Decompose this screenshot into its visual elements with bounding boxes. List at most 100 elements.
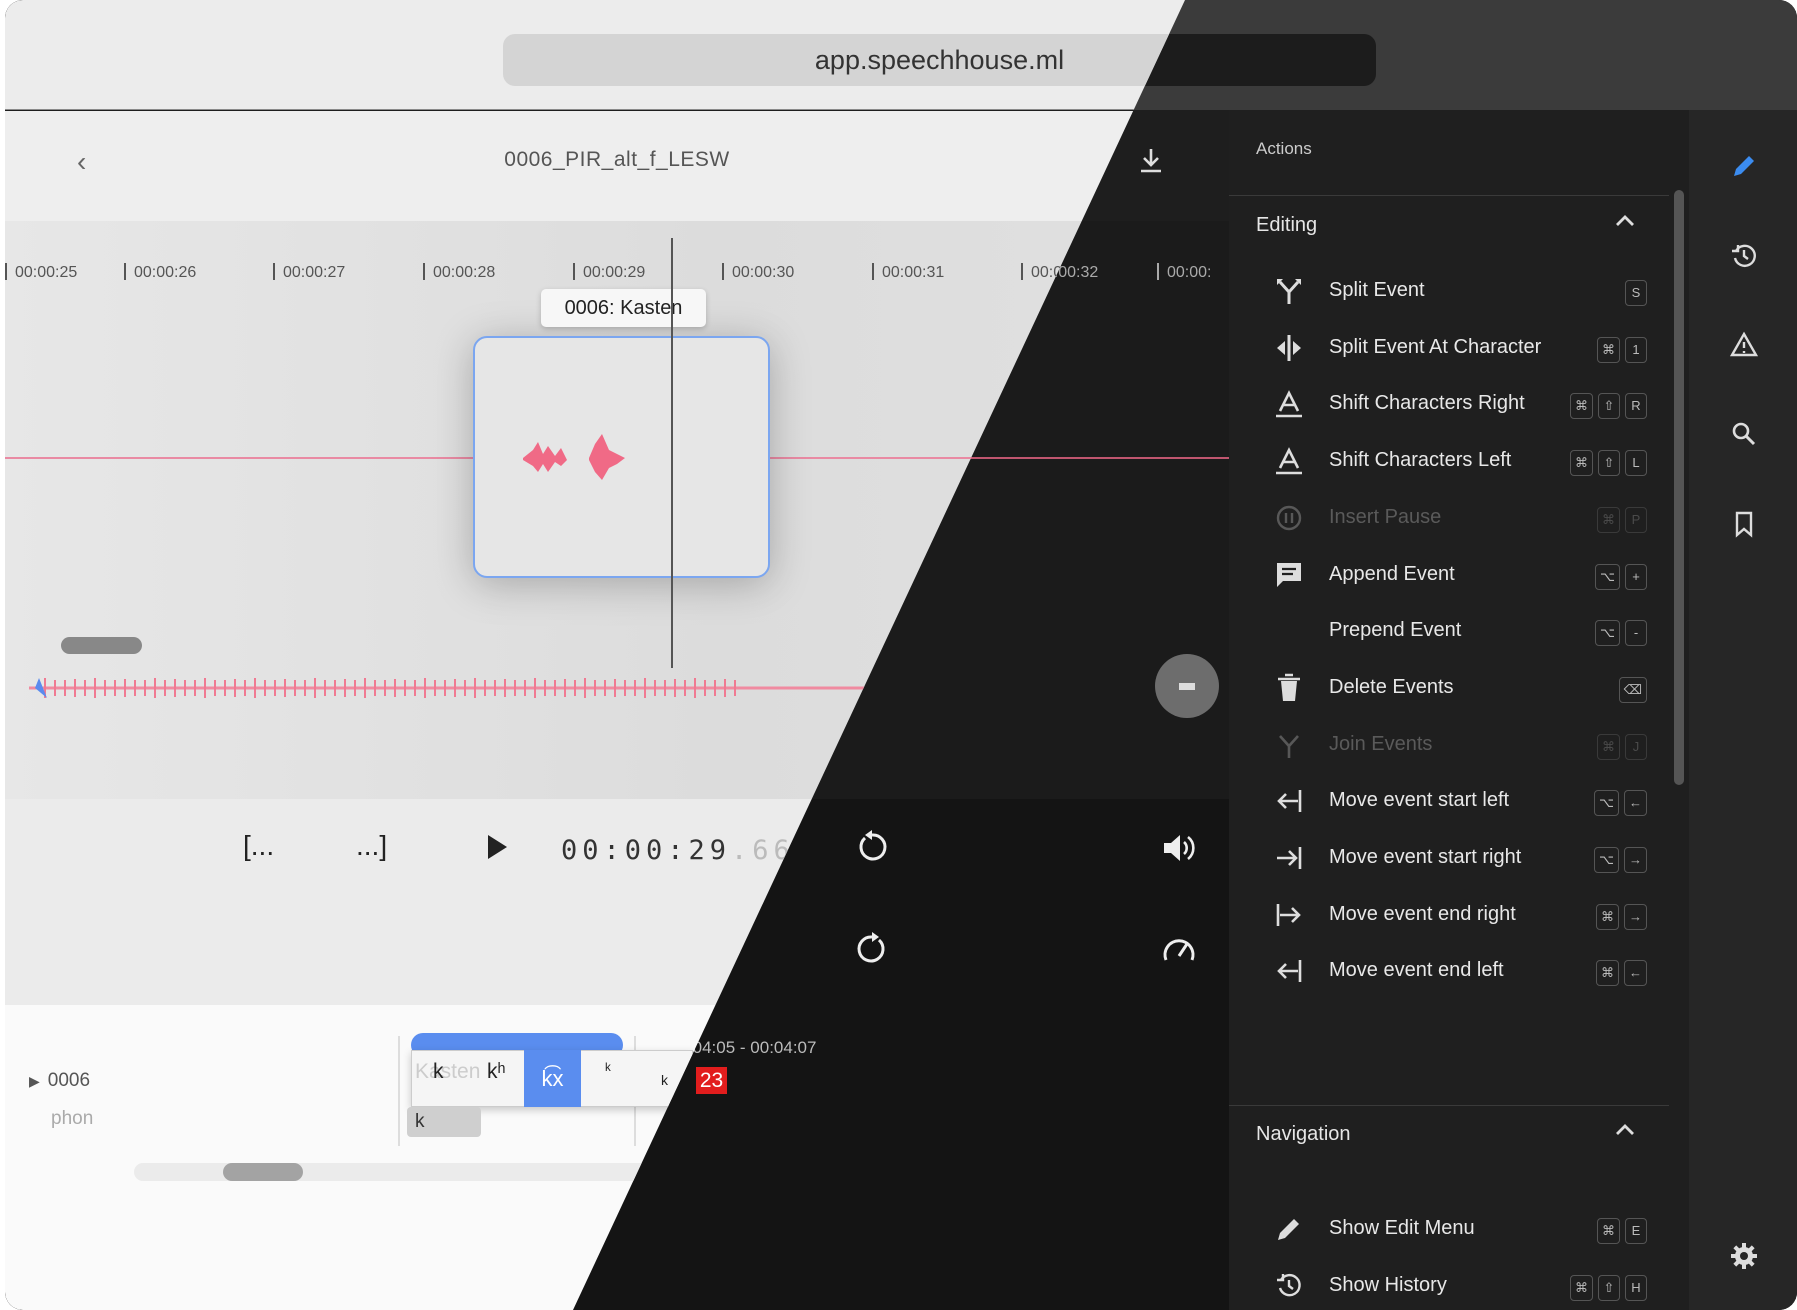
error-count-badge: 23 bbox=[696, 1067, 727, 1094]
shortcut-key: ⇧ bbox=[1598, 393, 1620, 420]
trash-icon bbox=[1278, 673, 1300, 701]
shortcut-key: ⌘ bbox=[1596, 903, 1619, 930]
shortcut-keys: ⌘ J bbox=[1597, 733, 1647, 760]
section-editing-header[interactable]: Editing bbox=[1256, 214, 1317, 237]
action-label: Join Events bbox=[1329, 732, 1433, 755]
ipa-option[interactable]: kʰ bbox=[487, 1060, 506, 1084]
warning-icon[interactable] bbox=[1730, 331, 1758, 359]
shortcut-key: ⌥ bbox=[1595, 620, 1620, 647]
bookmark-icon[interactable] bbox=[1730, 510, 1758, 538]
gear-icon[interactable] bbox=[1730, 1242, 1758, 1270]
time-main: 00:00:29 bbox=[561, 835, 732, 866]
timeline-tick: 00:00:25 bbox=[5, 263, 77, 282]
actions-scrollbar[interactable] bbox=[1674, 190, 1684, 785]
loop-start-button[interactable]: [... bbox=[243, 830, 274, 862]
shortcut-key: ⌫ bbox=[1618, 676, 1647, 703]
shortcut-key: ⌘ bbox=[1570, 393, 1593, 420]
event-label: 0006: Kasten bbox=[541, 289, 706, 327]
shortcut-keys: ⌘ 1 bbox=[1597, 336, 1647, 363]
action-split-event-at-character[interactable]: Split Event At Character ⌘ 1 bbox=[1229, 316, 1669, 381]
timeline-tick: 00:00:27 bbox=[273, 263, 345, 282]
shortcut-key: ⌥ bbox=[1594, 790, 1619, 817]
shortcut-key: + bbox=[1625, 563, 1647, 590]
pencil-icon[interactable] bbox=[1730, 152, 1758, 180]
action-join-events: Join Events ⌘ J bbox=[1229, 713, 1669, 778]
comment-icon bbox=[1277, 562, 1301, 587]
chevron-up-icon[interactable] bbox=[1615, 210, 1635, 233]
action-move-event-end-right[interactable]: Move event end right ⌘ → bbox=[1229, 883, 1669, 948]
caret-right-icon: ▶ bbox=[29, 1073, 40, 1089]
arrow-left-bar-icon bbox=[1277, 960, 1302, 983]
action-move-event-end-left[interactable]: Move event end left ⌘ ← bbox=[1229, 939, 1669, 1004]
timeline-tick: 00:00:30 bbox=[722, 263, 794, 282]
shortcut-keys: ⌘ ⇧ H bbox=[1570, 1274, 1647, 1301]
actions-title: Actions bbox=[1256, 139, 1312, 158]
volume-icon[interactable] bbox=[1162, 832, 1196, 871]
shortcut-keys: ⌥ → bbox=[1594, 847, 1647, 873]
section-navigation-header[interactable]: Navigation bbox=[1256, 1123, 1351, 1146]
action-prepend-event[interactable]: Prepend Event ⌥ - bbox=[1229, 599, 1669, 664]
action-shift-characters-left[interactable]: Shift Characters Left ⌘ ⇧ L bbox=[1229, 429, 1669, 494]
app-window: app.speechhouse.ml 00:00:32 00:00: 00:04… bbox=[5, 0, 1797, 1310]
action-label: Move event start left bbox=[1329, 789, 1510, 812]
arrow-left-bar-icon bbox=[1277, 790, 1302, 813]
action-shift-characters-right[interactable]: Shift Characters Right ⌘ ⇧ R bbox=[1229, 372, 1669, 437]
action-delete-events[interactable]: Delete Events ⌫ bbox=[1229, 656, 1669, 721]
stop-button[interactable] bbox=[1155, 654, 1219, 718]
join-icon bbox=[1279, 734, 1299, 758]
ipa-option-selected[interactable]: k͡x bbox=[524, 1050, 581, 1107]
action-show-history[interactable]: Show History ⌘ ⇧ H bbox=[1229, 1254, 1669, 1310]
loop-end-button[interactable]: ...] bbox=[356, 830, 387, 862]
shortcut-key: J bbox=[1625, 733, 1647, 760]
actions-panel: Actions Editing Split Event S Split Event … bbox=[1229, 110, 1689, 1310]
shortcut-key: L bbox=[1625, 450, 1647, 477]
chevron-up-icon[interactable] bbox=[1615, 1119, 1635, 1142]
action-move-event-start-right[interactable]: Move event start right ⌥ → bbox=[1229, 826, 1669, 891]
shortcut-key: ⌘ bbox=[1570, 450, 1593, 477]
shortcut-keys: ⌥ ← bbox=[1594, 790, 1647, 817]
current-time: 00:00:29.663 bbox=[561, 835, 816, 866]
tracks-scrollbar-thumb[interactable] bbox=[223, 1163, 303, 1181]
action-label: Split Event bbox=[1329, 279, 1425, 301]
ipa-option[interactable]: k bbox=[661, 1072, 668, 1088]
search-icon[interactable] bbox=[1730, 420, 1758, 448]
action-label: Shift Characters Right bbox=[1329, 392, 1525, 415]
action-label: Prepend Event bbox=[1329, 619, 1462, 642]
action-label: Move event start right bbox=[1329, 846, 1522, 868]
shortcut-keys: ⌫ bbox=[1618, 676, 1647, 703]
action-label: Show Edit Menu bbox=[1329, 1217, 1475, 1239]
playhead[interactable] bbox=[671, 238, 673, 668]
download-icon[interactable] bbox=[1138, 147, 1164, 177]
shortcut-key: S bbox=[1625, 280, 1647, 306]
action-move-event-start-left[interactable]: Move event start left ⌥ ← bbox=[1229, 769, 1669, 834]
rewind-icon[interactable] bbox=[856, 830, 888, 871]
shortcut-key: ← bbox=[1624, 960, 1647, 987]
play-icon[interactable] bbox=[485, 833, 509, 868]
shortcut-keys: ⌥ + bbox=[1595, 563, 1647, 590]
ipa-option[interactable]: ᵏ bbox=[605, 1060, 611, 1080]
shortcut-key: H bbox=[1625, 1274, 1647, 1301]
shortcut-keys: ⌘ E bbox=[1597, 1218, 1647, 1244]
tier-label: phon bbox=[51, 1108, 94, 1129]
timeline-tick: 00:00: bbox=[1157, 263, 1211, 282]
speaker-toggle[interactable]: ▶ 0006 bbox=[29, 1070, 90, 1092]
action-split-event[interactable]: Split Event S bbox=[1229, 259, 1669, 324]
divider bbox=[1229, 1105, 1669, 1106]
action-show-edit-menu[interactable]: Show Edit Menu ⌘ E bbox=[1229, 1197, 1669, 1262]
shortcut-key: ⌘ bbox=[1596, 960, 1619, 987]
speaker-name: 0006 bbox=[47, 1070, 91, 1091]
ipa-option[interactable]: k bbox=[433, 1060, 444, 1084]
shift-left-icon bbox=[1276, 447, 1302, 475]
phon-value-box[interactable]: k bbox=[407, 1107, 481, 1137]
shortcut-keys: ⌥ - bbox=[1595, 620, 1647, 647]
shortcut-key: ⌘ bbox=[1597, 1218, 1620, 1244]
shortcut-key: - bbox=[1625, 620, 1647, 647]
shortcut-key: ⌥ bbox=[1594, 847, 1619, 873]
action-append-event[interactable]: Append Event ⌥ + bbox=[1229, 543, 1669, 608]
timeline-tick: 00:00:31 bbox=[872, 263, 944, 282]
forward-icon[interactable] bbox=[856, 932, 888, 973]
history-icon[interactable] bbox=[1730, 242, 1758, 270]
shortcut-key: E bbox=[1625, 1218, 1647, 1244]
speed-icon[interactable] bbox=[1162, 934, 1196, 971]
action-label: Show History bbox=[1329, 1273, 1447, 1296]
